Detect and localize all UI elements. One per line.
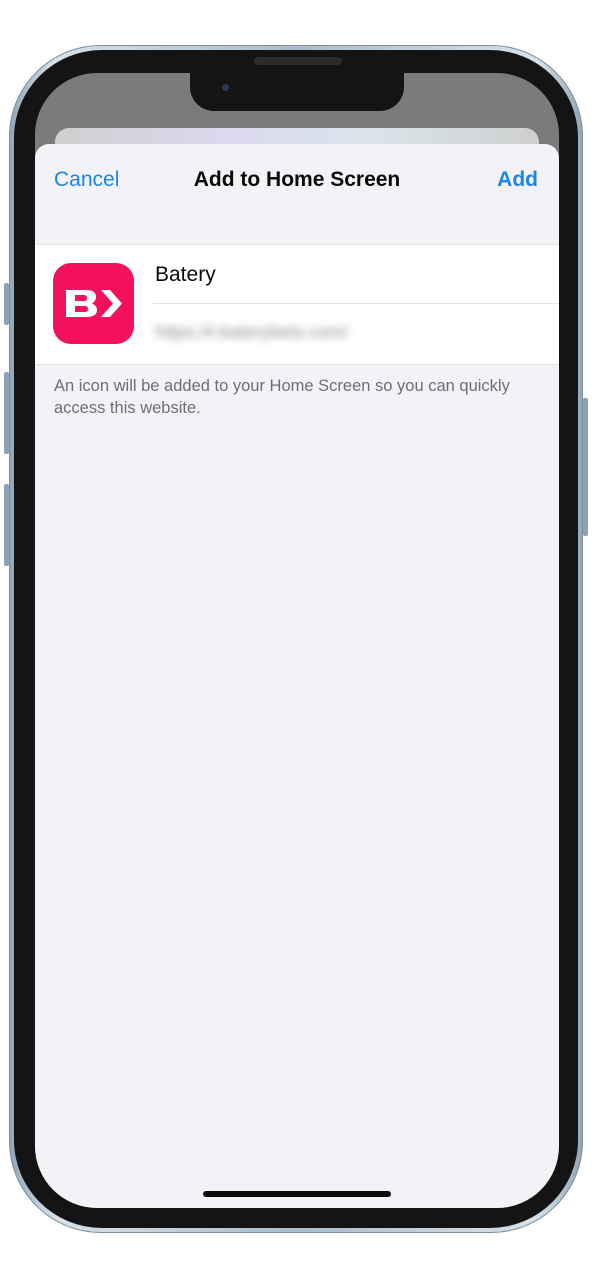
speaker-grille: [254, 57, 342, 65]
volume-down-button: [4, 484, 9, 566]
front-camera: [222, 84, 229, 91]
add-to-home-screen-sheet: Cancel Add to Home Screen Add Batery htt…: [35, 144, 559, 1208]
url-field: https://t-baterybets.com/: [155, 322, 349, 342]
name-field[interactable]: Batery: [155, 263, 216, 287]
volume-up-button: [4, 372, 9, 454]
navigation-bar: Cancel Add to Home Screen Add: [35, 144, 559, 214]
add-button[interactable]: Add: [497, 168, 538, 192]
batery-logo-icon: [53, 263, 134, 344]
row-divider: [153, 303, 559, 304]
power-button: [583, 398, 588, 536]
sheet-title: Add to Home Screen: [193, 168, 401, 191]
home-indicator[interactable]: [203, 1191, 391, 1197]
bookmark-details-group: Batery https://t-baterybets.com/: [35, 244, 559, 365]
silent-switch: [4, 283, 9, 325]
notch: [190, 73, 404, 111]
footer-note: An icon will be added to your Home Scree…: [54, 377, 510, 417]
batery-b-mark-icon: [66, 290, 122, 317]
screen: Cancel Add to Home Screen Add Batery htt…: [35, 73, 559, 1208]
